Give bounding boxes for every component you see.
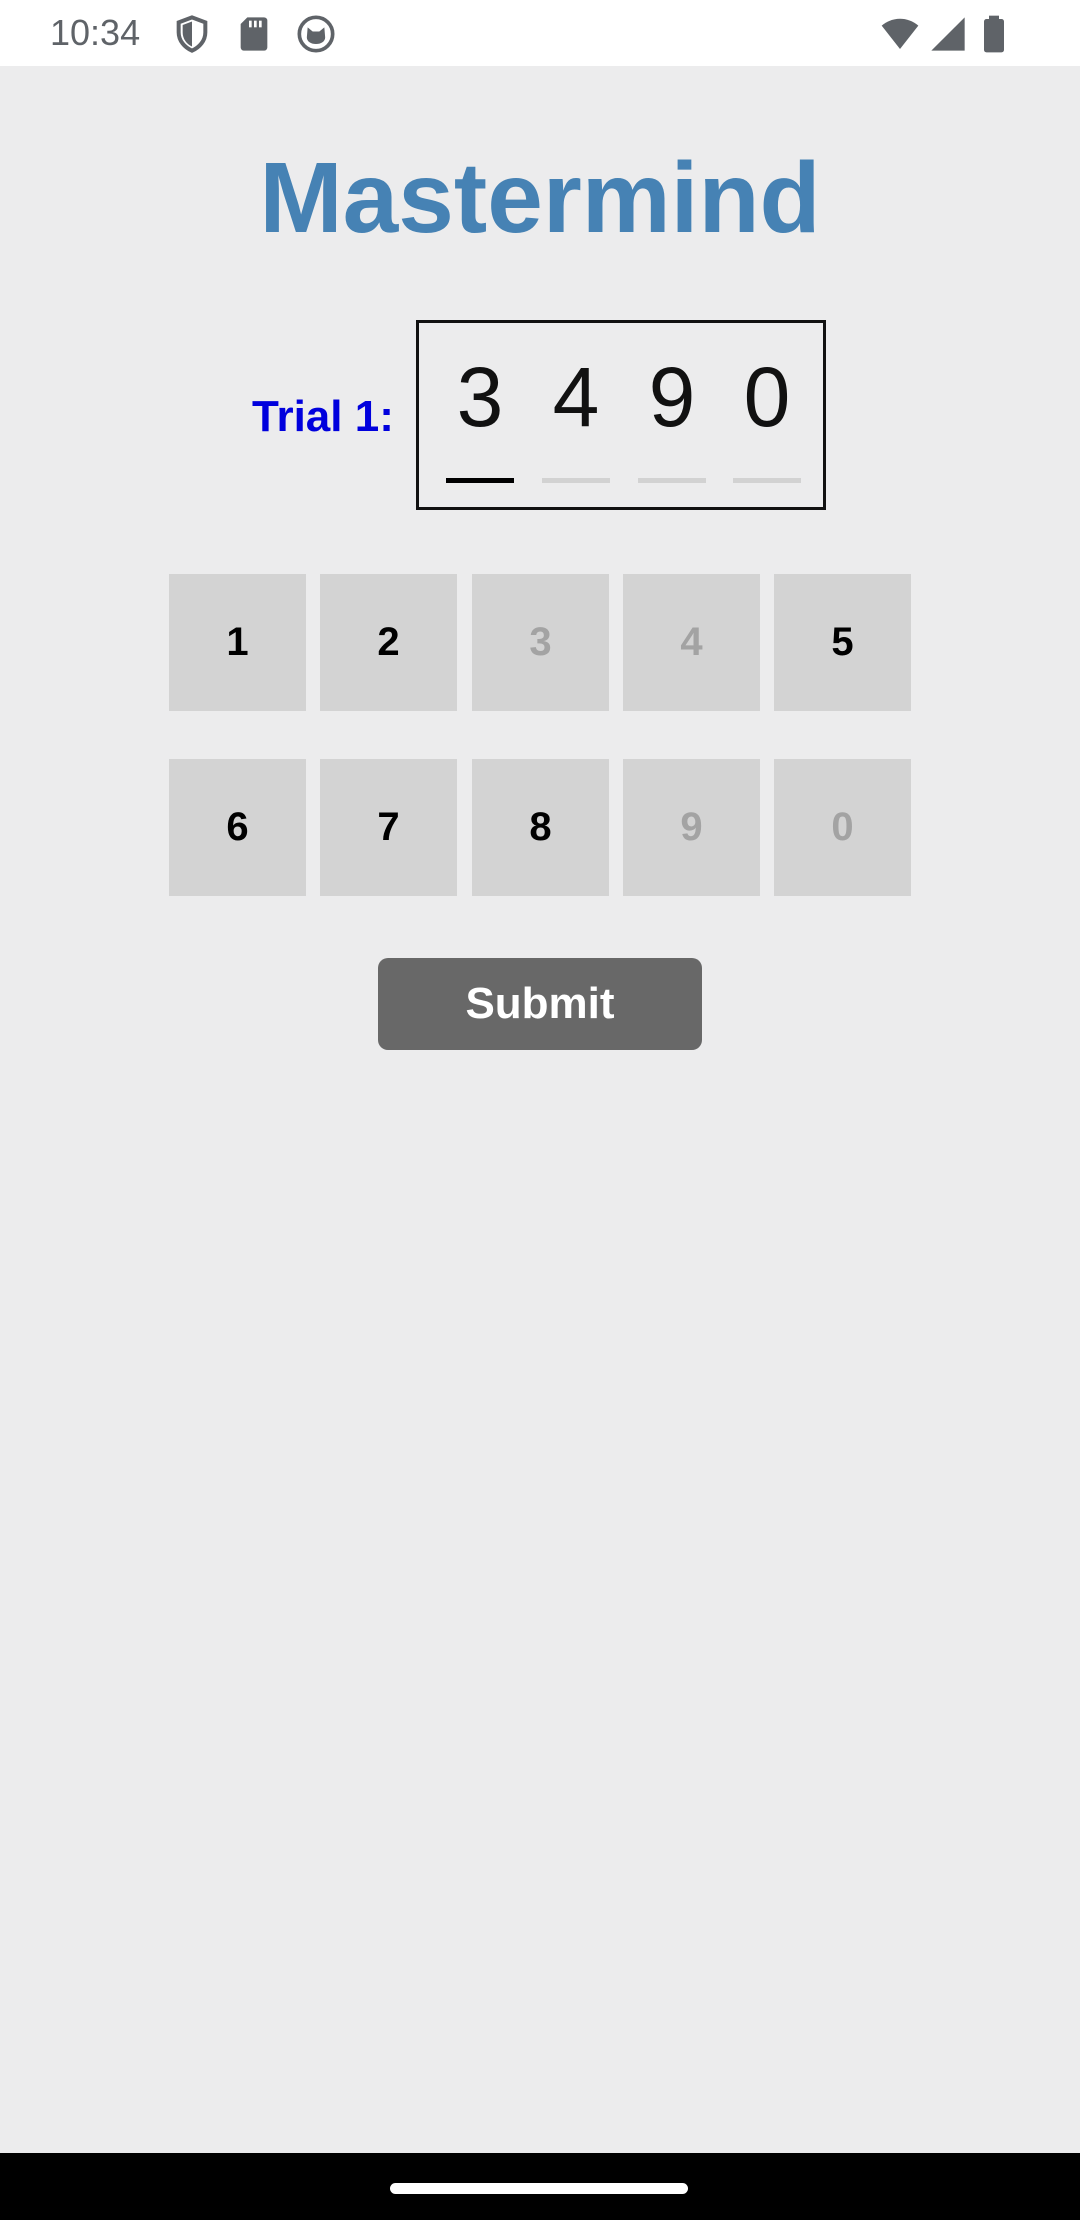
guess-digit-1[interactable]: 3 bbox=[446, 347, 514, 447]
cellular-signal-icon bbox=[928, 14, 968, 54]
key-9[interactable]: 9 bbox=[623, 759, 760, 896]
key-7[interactable]: 7 bbox=[320, 759, 457, 896]
guess-digit-2[interactable]: 4 bbox=[542, 347, 610, 447]
shield-icon bbox=[172, 14, 212, 54]
guess-underline-4 bbox=[733, 478, 801, 483]
key-0[interactable]: 0 bbox=[774, 759, 911, 896]
guess-digit-3[interactable]: 9 bbox=[638, 347, 706, 447]
battery-icon bbox=[974, 14, 1014, 54]
key-2[interactable]: 2 bbox=[320, 574, 457, 711]
navigation-bar bbox=[0, 2153, 1080, 2220]
cat-face-icon bbox=[296, 14, 336, 54]
status-bar: 10:34 bbox=[0, 0, 1080, 66]
guess-underline-2 bbox=[542, 478, 610, 483]
key-1[interactable]: 1 bbox=[169, 574, 306, 711]
status-time: 10:34 bbox=[50, 12, 141, 53]
home-indicator[interactable] bbox=[390, 2183, 688, 2194]
key-5[interactable]: 5 bbox=[774, 574, 911, 711]
guess-display: 3 4 9 0 bbox=[416, 320, 826, 510]
wifi-icon bbox=[880, 14, 920, 54]
key-6[interactable]: 6 bbox=[169, 759, 306, 896]
submit-button[interactable]: Submit bbox=[378, 958, 702, 1050]
guess-underline-3 bbox=[638, 478, 706, 483]
key-8[interactable]: 8 bbox=[472, 759, 609, 896]
guess-digit-4[interactable]: 0 bbox=[733, 347, 801, 447]
trial-label: Trial 1: bbox=[252, 392, 394, 441]
key-4[interactable]: 4 bbox=[623, 574, 760, 711]
sd-card-icon bbox=[234, 14, 274, 54]
guess-underline-1 bbox=[446, 478, 514, 483]
key-3[interactable]: 3 bbox=[472, 574, 609, 711]
page-title: Mastermind bbox=[259, 142, 821, 254]
